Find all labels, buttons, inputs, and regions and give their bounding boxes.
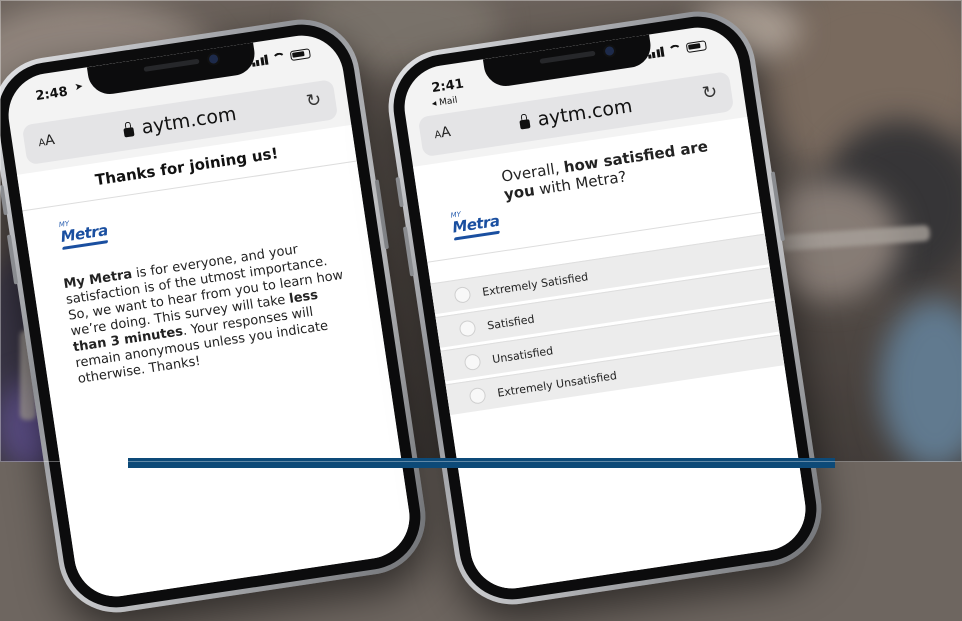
option-label: Extremely Unsatisfied [496, 368, 618, 400]
option-label: Unsatisfied [491, 343, 554, 366]
intro-text: My Metra is for everyone, and your satis… [62, 242, 345, 387]
answer-options: Extremely Satisfied Satisfied Unsatisfie… [430, 233, 785, 418]
text-size-button[interactable]: AA [433, 124, 452, 142]
battery-icon [289, 48, 311, 62]
option-label: Extremely Satisfied [481, 269, 589, 299]
status-time: 2:41 [430, 76, 465, 97]
survey-page: Thanks for joining us! MY Metra My Metra… [17, 124, 416, 603]
question-text: Overall, how satisfied are you with Metr… [500, 137, 709, 204]
radio-button[interactable] [468, 386, 487, 405]
text-size-button[interactable]: AA [37, 132, 56, 150]
status-time: 2:48 [34, 84, 69, 105]
metra-logo: MY Metra [58, 214, 109, 250]
survey-page: MY Metra Overall, how satisfied are you … [413, 116, 812, 595]
reload-icon[interactable]: ↻ [305, 89, 323, 112]
battery-icon [685, 40, 707, 54]
bottom-banner [128, 458, 835, 468]
back-to-mail-link[interactable]: ◂ Mail [431, 96, 458, 110]
option-label: Satisfied [486, 312, 536, 333]
radio-button[interactable] [463, 353, 482, 372]
lock-icon [123, 127, 135, 138]
radio-button[interactable] [453, 285, 472, 305]
metra-logo: MY Metra [450, 205, 501, 241]
wifi-icon [272, 52, 286, 64]
wifi-icon [668, 44, 682, 56]
location-arrow-icon: ➤ [73, 81, 84, 94]
radio-button[interactable] [458, 319, 477, 338]
reload-icon[interactable]: ↻ [701, 81, 719, 104]
lock-icon [519, 119, 531, 130]
